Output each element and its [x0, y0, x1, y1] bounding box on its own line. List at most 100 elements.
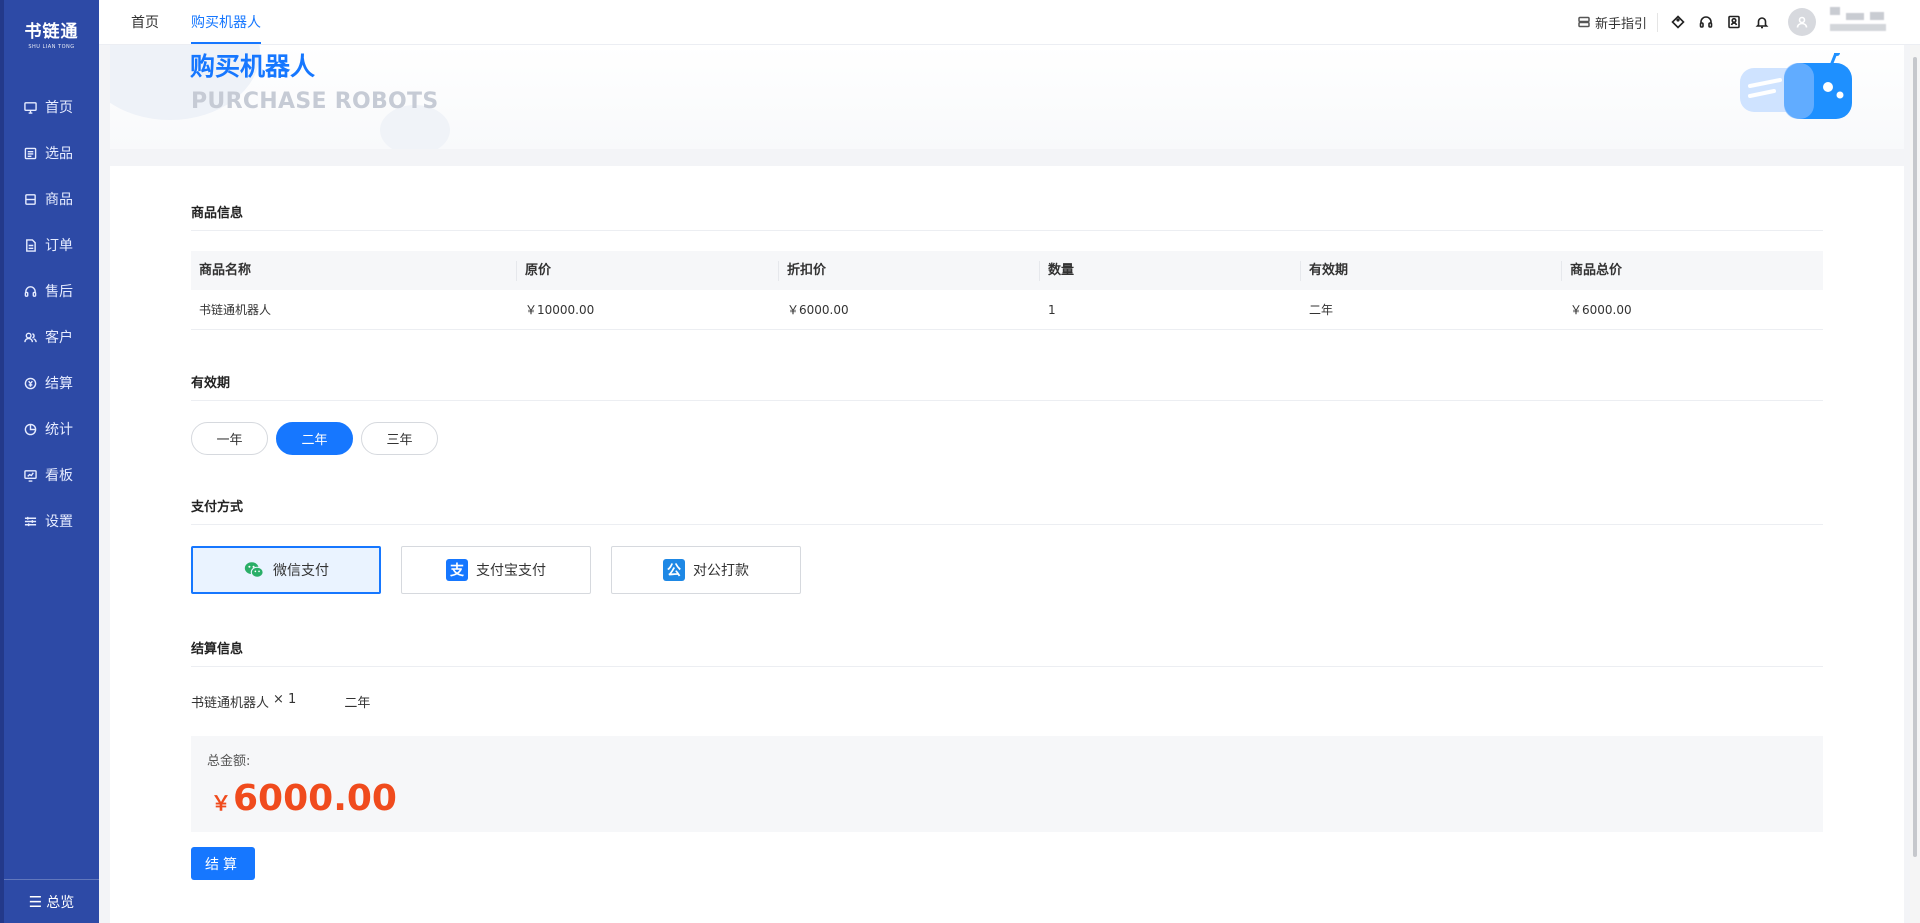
- payment-option-corporate-transfer[interactable]: 公 对公打款: [611, 546, 801, 594]
- column-header: 折扣价: [779, 260, 1040, 281]
- product-info-title: 商品信息: [191, 206, 244, 221]
- table-cell: ￥6000.00: [787, 302, 849, 317]
- headset-icon: [24, 285, 37, 297]
- validity-option-one-year[interactable]: 一年: [191, 422, 268, 455]
- user-icon: [1796, 16, 1808, 28]
- header-actions: 新手指引: [1578, 0, 1920, 44]
- sidebar: 书链通 SHU LIAN TONG 首页 选品 商品 订单 售后 客户 结算 统…: [0, 0, 99, 923]
- table-row: 书链通机器人 ￥10000.00 ￥6000.00 1 二年 ￥6000.00: [191, 290, 1823, 330]
- sidebar-item-label: 设置: [45, 514, 73, 530]
- sidebar-item-label: 看板: [45, 468, 73, 484]
- sidebar-item-label: 首页: [45, 100, 73, 116]
- total-amount-value: 6000.00: [233, 778, 397, 819]
- validity-option-three-years[interactable]: 三年: [361, 422, 438, 455]
- tab-purchase-robots[interactable]: 购买机器人: [175, 0, 277, 44]
- sidebar-item-settings[interactable]: 设置: [4, 498, 99, 544]
- scroll-thumb[interactable]: [1913, 57, 1917, 857]
- validity-option-two-years[interactable]: 二年: [276, 422, 353, 455]
- robot-illustration-icon: [1740, 53, 1852, 119]
- sidebar-item-label: 统计: [45, 422, 73, 438]
- payment-option-label: 微信支付: [273, 563, 329, 579]
- checkout-button[interactable]: 结算: [191, 847, 255, 880]
- layers-icon: [1578, 16, 1590, 28]
- total-panel: 总金额: ￥6000.00: [191, 736, 1823, 832]
- summary-item-name: 书链通机器人: [191, 696, 270, 711]
- payment-option-label: 支付宝支付: [476, 563, 546, 579]
- profile-card-button[interactable]: [1720, 8, 1748, 36]
- section-divider: [191, 524, 1823, 525]
- tag-icon: [1671, 15, 1685, 29]
- section-divider: [191, 400, 1823, 401]
- menu-icon: ☰: [28, 892, 43, 911]
- column-header: 原价: [517, 260, 779, 281]
- payment-method-title: 支付方式: [191, 500, 244, 515]
- checklist-icon: [24, 147, 37, 159]
- table-header: 商品名称 原价 折扣价 数量 有效期 商品总价: [191, 251, 1823, 290]
- total-amount: ￥6000.00: [211, 778, 397, 819]
- overview-toggle[interactable]: ☰ 总览: [4, 879, 99, 923]
- payment-option-wechat[interactable]: 微信支付: [191, 546, 381, 594]
- page-subtitle: PURCHASE ROBOTS: [191, 89, 439, 114]
- sidebar-item-label: 选品: [45, 146, 73, 162]
- summary-item-qty: × 1: [273, 692, 297, 707]
- settlement-info-title: 结算信息: [191, 642, 244, 657]
- validity-options: 一年 二年 三年: [191, 422, 446, 455]
- sidebar-item-selection[interactable]: 选品: [4, 130, 99, 176]
- product-table: 商品名称 原价 折扣价 数量 有效期 商品总价 书链通机器人 ￥10000.00…: [191, 251, 1823, 330]
- sidebar-item-customers[interactable]: 客户: [4, 314, 99, 360]
- page-tabs: 首页 购买机器人: [115, 0, 277, 44]
- column-header: 商品总价: [1570, 262, 1623, 278]
- column-header: 数量: [1040, 260, 1301, 281]
- tab-home[interactable]: 首页: [115, 0, 175, 44]
- logo-text: 书链通: [24, 21, 79, 42]
- sidebar-item-label: 客户: [45, 330, 73, 346]
- corporate-transfer-icon: 公: [663, 559, 685, 581]
- sidebar-item-settlement[interactable]: 结算: [4, 360, 99, 406]
- sidebar-item-label: 售后: [45, 284, 73, 300]
- page-banner: 购买机器人 PURCHASE ROBOTS: [110, 45, 1904, 149]
- bell-icon: [1755, 17, 1769, 29]
- table-cell: 二年: [1309, 302, 1334, 317]
- users-icon: [24, 332, 37, 342]
- alipay-icon: 支: [446, 559, 468, 581]
- sidebar-item-after-sales[interactable]: 售后: [4, 268, 99, 314]
- sidebar-item-orders[interactable]: 订单: [4, 222, 99, 268]
- page-scrollbar[interactable]: [1910, 45, 1920, 923]
- guide-link[interactable]: 新手指引: [1578, 12, 1658, 32]
- table-cell: ￥6000.00: [1570, 302, 1632, 317]
- document-icon: [26, 238, 36, 252]
- top-header: 首页 购买机器人 新手指引: [99, 0, 1920, 45]
- sliders-icon: [24, 516, 37, 526]
- summary-item-period: 二年: [344, 696, 371, 711]
- column-header: 商品名称: [191, 260, 517, 281]
- avatar[interactable]: [1788, 8, 1816, 36]
- sidebar-item-statistics[interactable]: 统计: [4, 406, 99, 452]
- notification-button[interactable]: [1748, 8, 1776, 36]
- purchase-card: 商品信息 商品名称 原价 折扣价 数量 有效期 商品总价 书链通机器人 ￥100…: [110, 166, 1904, 923]
- sidebar-item-products[interactable]: 商品: [4, 176, 99, 222]
- box-icon: [25, 193, 36, 205]
- column-header: 有效期: [1301, 260, 1562, 281]
- corporate-transfer-icon-glyph: 公: [663, 559, 685, 581]
- page-title: 购买机器人: [190, 52, 316, 81]
- headset-icon: [1699, 16, 1713, 28]
- sidebar-item-label: 结算: [45, 376, 73, 392]
- pie-chart-icon: [24, 423, 37, 435]
- table-cell: ￥10000.00: [525, 302, 595, 317]
- sidebar-item-home[interactable]: 首页: [4, 84, 99, 130]
- payment-option-alipay[interactable]: 支 支付宝支付: [401, 546, 591, 594]
- payment-options: 微信支付 支 支付宝支付 公 对公打款: [191, 546, 821, 594]
- support-button[interactable]: [1692, 8, 1720, 36]
- sidebar-item-dashboard[interactable]: 看板: [4, 452, 99, 498]
- tag-button[interactable]: [1664, 8, 1692, 36]
- currency-symbol: ￥: [211, 791, 231, 815]
- section-divider: [191, 230, 1823, 231]
- wechat-icon: [243, 559, 265, 581]
- payment-option-label: 对公打款: [693, 563, 749, 579]
- table-cell: 1: [1048, 302, 1056, 317]
- logo[interactable]: 书链通 SHU LIAN TONG: [4, 0, 99, 66]
- logo-subtext: SHU LIAN TONG: [28, 43, 75, 50]
- alipay-icon-glyph: 支: [446, 559, 468, 581]
- user-info-redacted[interactable]: [1824, 5, 1892, 39]
- guide-label: 新手指引: [1594, 16, 1647, 32]
